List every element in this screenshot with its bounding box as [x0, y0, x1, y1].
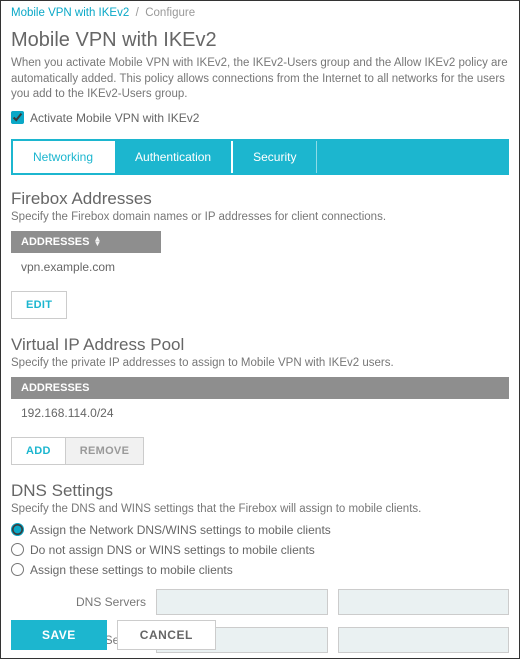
- dns-servers-label: DNS Servers: [11, 595, 156, 609]
- dns-opt3-row[interactable]: Assign these settings to mobile clients: [11, 563, 509, 577]
- firebox-sub: Specify the Firebox domain names or IP a…: [11, 211, 509, 223]
- dns-sub: Specify the DNS and WINS settings that t…: [11, 503, 509, 515]
- firebox-table: ADDRESSES ▲▼ vpn.example.com: [11, 231, 509, 281]
- breadcrumb-parent[interactable]: Mobile VPN with IKEv2: [11, 7, 129, 19]
- dns-opt2-row[interactable]: Do not assign DNS or WINS settings to mo…: [11, 543, 509, 557]
- tab-spacer: [317, 141, 507, 173]
- add-button[interactable]: ADD: [11, 437, 66, 465]
- dns-opt3-label: Assign these settings to mobile clients: [30, 563, 233, 577]
- vip-col-header[interactable]: ADDRESSES: [11, 377, 509, 399]
- save-button[interactable]: SAVE: [11, 620, 107, 650]
- vip-col-label: ADDRESSES: [21, 382, 89, 394]
- activate-label: Activate Mobile VPN with IKEv2: [30, 111, 199, 125]
- dns-server-2-input[interactable]: [338, 589, 510, 615]
- activate-row[interactable]: Activate Mobile VPN with IKEv2: [11, 111, 509, 125]
- breadcrumb-current: Configure: [145, 7, 195, 19]
- sort-icon: ▲▼: [93, 237, 101, 247]
- firebox-col-header[interactable]: ADDRESSES ▲▼: [11, 231, 161, 253]
- tab-bar: Networking Authentication Security: [11, 139, 509, 175]
- dns-server-1-input[interactable]: [156, 589, 328, 615]
- dns-servers-row: DNS Servers: [11, 589, 509, 615]
- wins-server-2-input[interactable]: [338, 627, 510, 653]
- cancel-button[interactable]: CANCEL: [117, 620, 216, 650]
- firebox-col-label: ADDRESSES: [21, 236, 89, 248]
- dns-opt1-row[interactable]: Assign the Network DNS/WINS settings to …: [11, 523, 509, 537]
- activate-checkbox[interactable]: [11, 111, 24, 124]
- dns-opt1-label: Assign the Network DNS/WINS settings to …: [30, 523, 331, 537]
- dns-heading: DNS Settings: [11, 481, 509, 501]
- dns-opt1-radio[interactable]: [11, 523, 24, 536]
- dns-opt2-radio[interactable]: [11, 543, 24, 556]
- remove-button[interactable]: REMOVE: [66, 437, 144, 465]
- vip-table: ADDRESSES 192.168.114.0/24: [11, 377, 509, 427]
- vip-row[interactable]: 192.168.114.0/24: [11, 399, 509, 427]
- breadcrumb: Mobile VPN with IKEv2 / Configure: [1, 1, 519, 25]
- page-title: Mobile VPN with IKEv2: [11, 25, 509, 56]
- tab-authentication[interactable]: Authentication: [115, 141, 233, 173]
- edit-button[interactable]: EDIT: [11, 291, 67, 319]
- firebox-heading: Firebox Addresses: [11, 189, 509, 209]
- tab-security[interactable]: Security: [233, 141, 317, 173]
- firebox-row[interactable]: vpn.example.com: [11, 253, 509, 281]
- tab-networking[interactable]: Networking: [13, 141, 115, 173]
- dns-opt2-label: Do not assign DNS or WINS settings to mo…: [30, 543, 315, 557]
- vip-sub: Specify the private IP addresses to assi…: [11, 357, 509, 369]
- dns-radio-group: Assign the Network DNS/WINS settings to …: [11, 523, 509, 577]
- breadcrumb-sep: /: [136, 7, 139, 19]
- footer-buttons: SAVE CANCEL: [11, 620, 216, 650]
- dns-opt3-radio[interactable]: [11, 563, 24, 576]
- page-frame: Mobile VPN with IKEv2 / Configure Mobile…: [0, 0, 520, 659]
- vip-heading: Virtual IP Address Pool: [11, 335, 509, 355]
- page-description: When you activate Mobile VPN with IKEv2,…: [11, 56, 509, 103]
